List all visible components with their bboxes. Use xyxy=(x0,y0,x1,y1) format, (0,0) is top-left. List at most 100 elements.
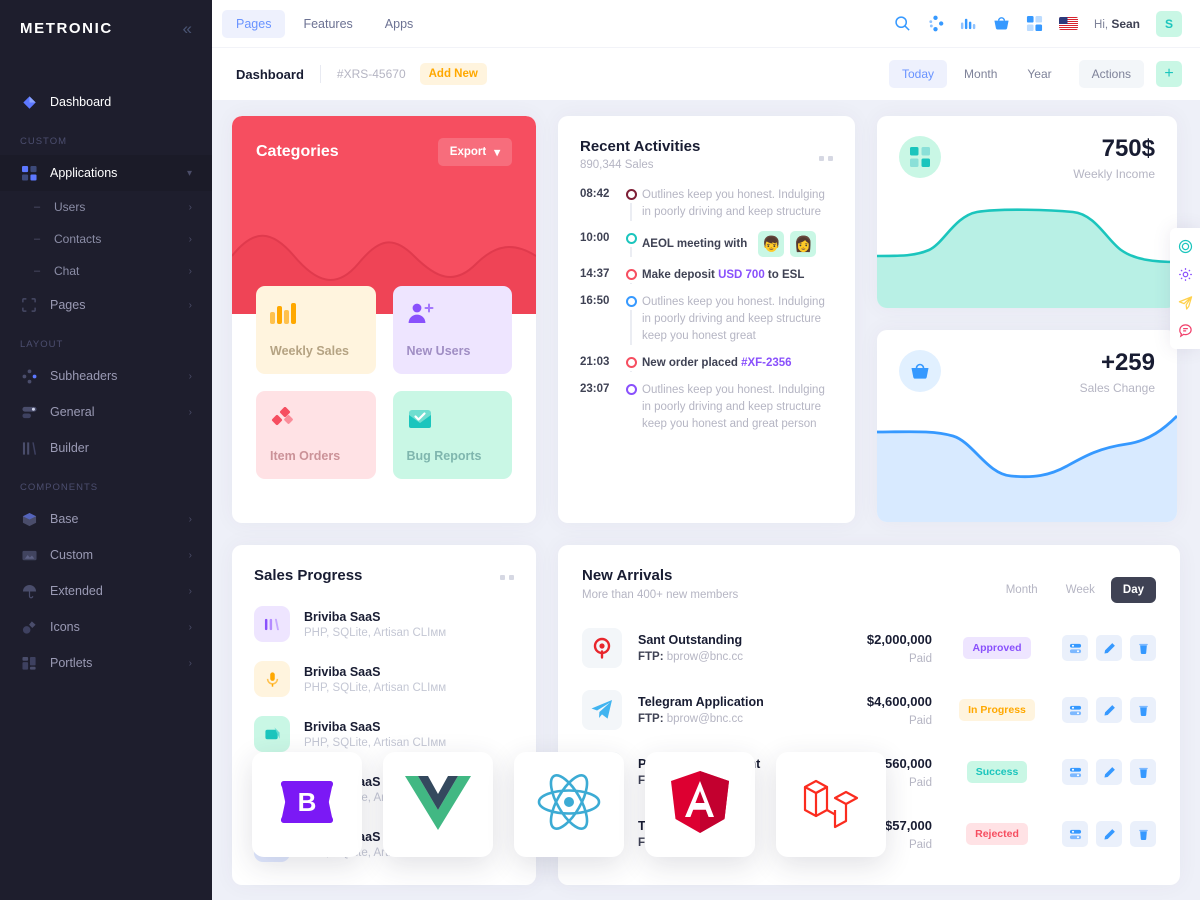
sidebar-item-label: Custom xyxy=(50,548,94,562)
actions-button[interactable]: Actions xyxy=(1078,60,1144,88)
edit-icon[interactable] xyxy=(1096,697,1122,723)
activity-item[interactable]: 16:50 Outlines keep you honest. Indulgin… xyxy=(580,294,833,355)
row-amount: $2,000,000 Paid xyxy=(807,632,932,665)
basket-icon[interactable] xyxy=(993,15,1010,32)
add-new-button[interactable]: Add New xyxy=(419,63,487,85)
chat-icon[interactable] xyxy=(1170,317,1200,344)
row-amount-label: Paid xyxy=(908,652,932,665)
gear-icon[interactable] xyxy=(1170,261,1200,288)
mic-icon xyxy=(254,661,290,697)
sidebar-item-icons[interactable]: Icons › xyxy=(0,609,212,645)
tab-day[interactable]: Day xyxy=(1110,577,1156,603)
weekly-income-chart xyxy=(877,208,1177,308)
activity-text: Outlines keep you honest. Indulging in p… xyxy=(642,384,825,430)
tab-features[interactable]: Features xyxy=(289,10,366,38)
dots-icon[interactable] xyxy=(819,156,833,161)
react-logo-card[interactable] xyxy=(514,752,624,857)
stat-label: Sales Change xyxy=(1079,381,1155,396)
delete-icon[interactable] xyxy=(1130,759,1156,785)
topbar: Pages Features Apps Hi, Sean S xyxy=(212,0,1200,47)
dots-icon[interactable] xyxy=(500,575,514,580)
filter-year-button[interactable]: Year xyxy=(1014,60,1064,88)
item-name: Briviba SaaS xyxy=(304,664,381,679)
search-icon[interactable] xyxy=(894,15,911,32)
react-logo xyxy=(536,772,602,837)
sidebar-item-portlets[interactable]: Portlets › xyxy=(0,645,212,681)
category-tile-new-users[interactable]: New Users xyxy=(392,286,512,374)
avatar[interactable]: S xyxy=(1156,10,1182,37)
dash-icon: – xyxy=(34,265,41,277)
row-ftp-value: bprow@bnc.cc xyxy=(666,651,743,663)
export-button[interactable]: Export ▾ xyxy=(437,138,512,166)
settings-icon[interactable] xyxy=(1062,759,1088,785)
activity-item[interactable]: 08:42 Outlines keep you honest. Indulgin… xyxy=(580,187,833,231)
delete-icon[interactable] xyxy=(1130,635,1156,661)
stat-value: +259 xyxy=(1100,349,1155,376)
category-tile-weekly-sales[interactable]: Weekly Sales xyxy=(256,286,376,374)
delete-icon[interactable] xyxy=(1130,697,1156,723)
sidebar-item-base[interactable]: Base › xyxy=(0,501,212,537)
woman-avatar[interactable]: 👩 xyxy=(790,231,817,257)
sidebar-item-builder[interactable]: Builder xyxy=(0,430,212,466)
sidebar: METRONIC « Dashboard CUSTOM Applications… xyxy=(0,0,212,900)
category-tile-item-orders[interactable]: Item Orders xyxy=(256,391,376,479)
droplet-icon[interactable] xyxy=(1170,233,1200,260)
plus-icon[interactable]: + xyxy=(1156,61,1182,87)
bar-chart-icon[interactable] xyxy=(960,15,977,32)
item-desc: PHP, SQLite, Artisan CLIмм xyxy=(304,681,447,694)
category-tile-bug-reports[interactable]: Bug Reports xyxy=(392,391,512,479)
sidebar-item-dashboard[interactable]: Dashboard xyxy=(0,84,212,120)
timeline-axis xyxy=(620,231,642,257)
sidebar-item-subheaders[interactable]: Subheaders › xyxy=(0,358,212,394)
tab-week[interactable]: Week xyxy=(1054,577,1107,603)
settings-icon[interactable] xyxy=(1062,821,1088,847)
table-row[interactable]: Telegram Application FTP: bprow@bnc.cc $… xyxy=(582,679,1156,741)
activity-item[interactable]: 21:03 New order placed #XF-2356 xyxy=(580,355,833,382)
row-actions xyxy=(1062,697,1156,723)
man-avatar[interactable]: 👦 xyxy=(758,231,785,257)
sidebar-item-contacts[interactable]: – Contacts › xyxy=(0,223,212,255)
bootstrap-logo-card[interactable]: B xyxy=(252,752,362,857)
angular-logo-card[interactable] xyxy=(645,752,755,857)
activity-item[interactable]: 23:07 Outlines keep you honest. Indulgin… xyxy=(580,382,833,443)
delete-icon[interactable] xyxy=(1130,821,1156,847)
filter-month-button[interactable]: Month xyxy=(951,60,1010,88)
tab-month[interactable]: Month xyxy=(994,577,1050,603)
sidebar-item-label: Subheaders xyxy=(50,369,118,383)
edit-icon[interactable] xyxy=(1096,821,1122,847)
shuffle-icon[interactable] xyxy=(927,15,944,32)
list-item[interactable]: Briviba SaaS PHP, SQLite, Artisan CLIмм xyxy=(254,598,514,653)
list-item[interactable]: Briviba SaaS PHP, SQLite, Artisan CLIмм xyxy=(254,653,514,708)
activity-item[interactable]: 14:37 Make deposit USD 700 to ESL xyxy=(580,267,833,294)
chevron-double-left-icon[interactable]: « xyxy=(183,20,192,37)
chevron-right-icon: › xyxy=(188,201,192,213)
edit-icon[interactable] xyxy=(1096,635,1122,661)
activity-link[interactable]: USD 700 xyxy=(718,269,765,281)
sidebar-item-extended[interactable]: Extended › xyxy=(0,573,212,609)
activity-time: 16:50 xyxy=(580,295,610,307)
activity-item[interactable]: 10:00 AEOL meeting with 👦 👩 xyxy=(580,231,833,267)
sidebar-item-users[interactable]: – Users › xyxy=(0,191,212,223)
tab-pages[interactable]: Pages xyxy=(222,9,286,38)
settings-icon[interactable] xyxy=(1062,697,1088,723)
filter-today-button[interactable]: Today xyxy=(889,60,948,88)
grid-icon[interactable] xyxy=(1026,15,1043,32)
sidebar-item-pages[interactable]: Pages › xyxy=(0,287,212,323)
vue-logo-card[interactable] xyxy=(383,752,493,857)
sidebar-item-label: Extended xyxy=(50,584,103,598)
laravel-logo-card[interactable] xyxy=(776,752,886,857)
settings-icon[interactable] xyxy=(1062,635,1088,661)
table-row[interactable]: Sant Outstanding FTP: bprow@bnc.cc $2,00… xyxy=(582,617,1156,679)
edit-icon[interactable] xyxy=(1096,759,1122,785)
sidebar-item-chat[interactable]: – Chat › xyxy=(0,255,212,287)
timeline-axis xyxy=(620,355,642,372)
activity-time: 10:00 xyxy=(580,232,610,244)
send-icon[interactable] xyxy=(1170,289,1200,316)
sidebar-item-general[interactable]: General › xyxy=(0,394,212,430)
categories-card: Categories Export ▾ Weekly Sales New Use… xyxy=(232,116,536,523)
tab-apps[interactable]: Apps xyxy=(371,10,428,38)
sidebar-item-custom[interactable]: Custom › xyxy=(0,537,212,573)
activity-link[interactable]: #XF-2356 xyxy=(741,357,792,369)
us-flag-icon[interactable] xyxy=(1059,17,1079,30)
sidebar-item-applications[interactable]: Applications ▾ xyxy=(0,155,212,191)
